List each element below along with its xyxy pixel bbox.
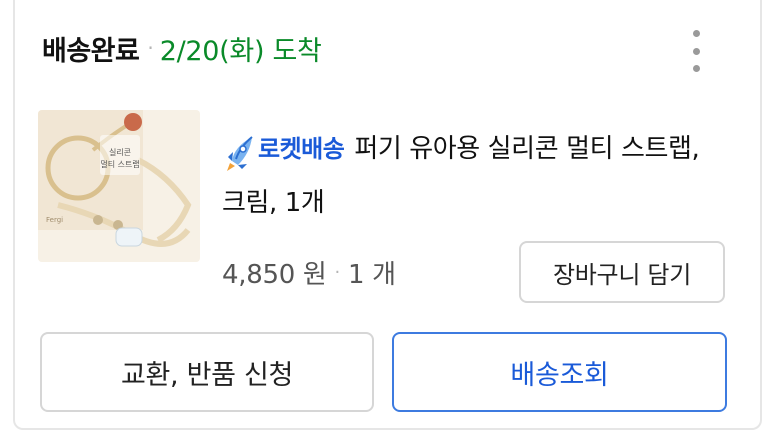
kebab-dot (692, 65, 700, 72)
price-separator: · (334, 261, 341, 283)
thumb-label-line2: 멀티 스트랩 (100, 160, 139, 169)
thumb-label-line1: 실리콘 (109, 147, 131, 157)
more-vertical-icon[interactable] (686, 30, 706, 72)
exchange-return-button[interactable]: 교환, 반품 신청 (40, 332, 374, 412)
rocket-icon (227, 136, 253, 171)
kebab-dot (692, 47, 700, 55)
delivery-status: 배송완료 (42, 35, 140, 67)
arrival-date: 2/20(화) 도착 (159, 35, 322, 67)
thumb-brand-mark: Fergi (46, 216, 63, 224)
product-quantity: 1 개 (347, 259, 396, 290)
price-quantity-line: 4,850 원 · 1 개 (222, 252, 396, 292)
kebab-dot (692, 30, 700, 37)
product-thumbnail[interactable]: 실리콘 멀티 스트랩 Fergi (38, 110, 200, 262)
header-separator: · (147, 36, 154, 60)
rocket-delivery-label: 로켓배송 (258, 135, 345, 163)
rocket-badge: 로켓배송 (222, 122, 354, 176)
product-image: 실리콘 멀티 스트랩 Fergi (38, 110, 200, 262)
add-to-cart-button[interactable]: 장바구니 담기 (519, 241, 725, 303)
product-price: 4,850 원 (222, 259, 327, 290)
order-header: 배송완료 · 2/20(화) 도착 (42, 24, 322, 72)
product-title-block[interactable]: 로켓배송 퍼기 유아용 실리콘 멀티 스트랩, 크림, 1개 (222, 122, 722, 230)
track-delivery-button[interactable]: 배송조회 (392, 332, 727, 412)
